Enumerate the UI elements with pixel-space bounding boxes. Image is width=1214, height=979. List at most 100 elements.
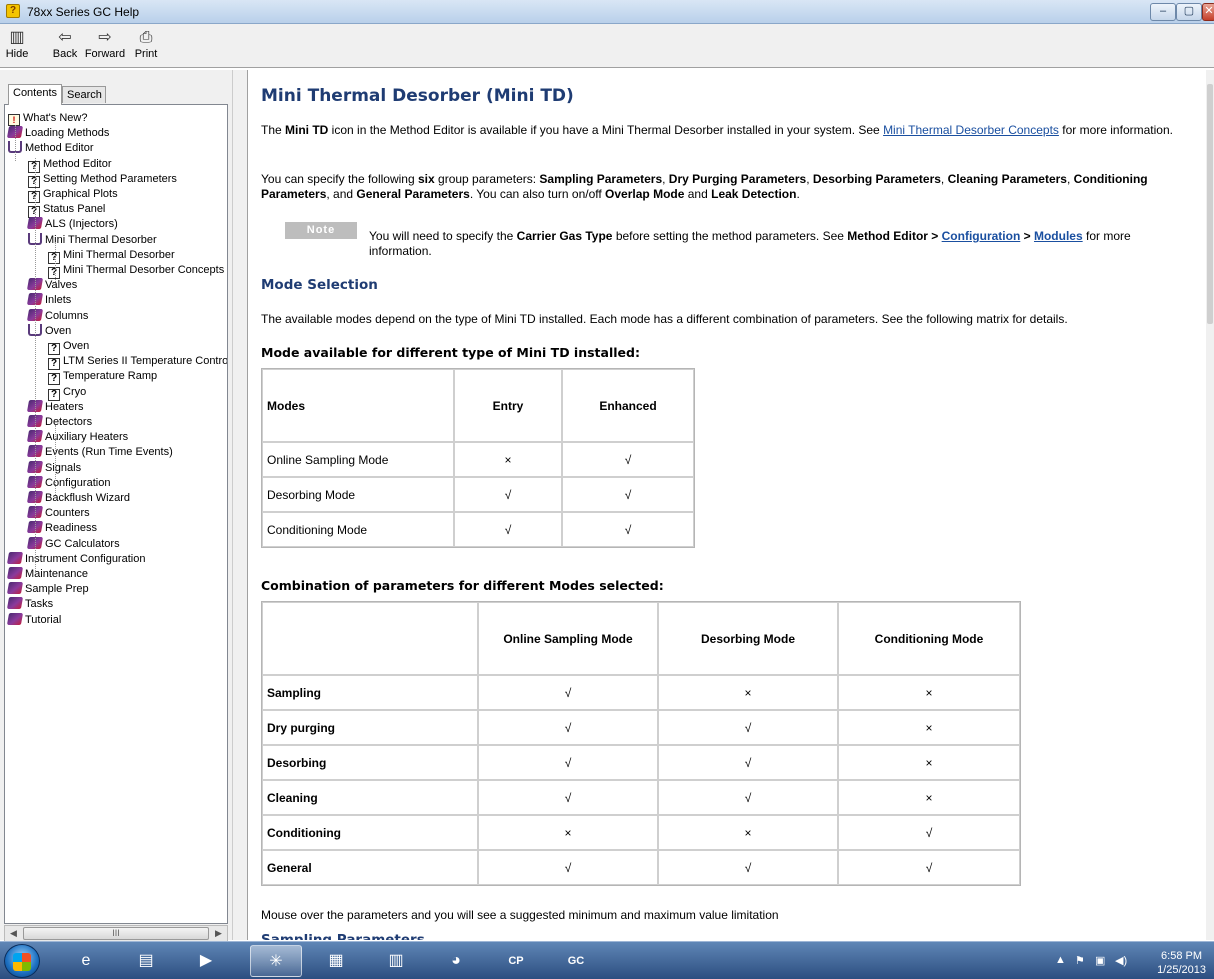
hide-button[interactable]: ▥ Hide: [4, 28, 30, 60]
tree-item-label: Readiness: [45, 522, 97, 535]
tree-item[interactable]: Events (Run Time Events): [26, 445, 173, 460]
tab-contents[interactable]: Contents: [8, 84, 62, 105]
table-cell: Online Sampling Mode: [262, 442, 454, 477]
minimize-button[interactable]: –: [1150, 3, 1176, 21]
scroll-left-icon[interactable]: ◀: [6, 927, 21, 940]
tree-item[interactable]: Auxiliary Heaters: [26, 430, 128, 445]
tree-item[interactable]: ? Oven: [48, 339, 89, 355]
tree-item[interactable]: ? Status Panel: [28, 202, 105, 219]
tree-item[interactable]: ? Mini Thermal Desorber: [48, 248, 175, 264]
tree-item[interactable]: Counters: [26, 506, 90, 521]
table-cell: Dry purging: [262, 710, 478, 745]
vertical-scrollbar[interactable]: [1206, 70, 1214, 940]
network-app-icon[interactable]: ✳: [250, 945, 302, 977]
help-page-icon: ?: [48, 343, 60, 355]
tree-item-label: Mini Thermal Desorber: [45, 233, 157, 246]
table-header: [262, 602, 478, 675]
control-panel-icon[interactable]: ▦: [310, 945, 362, 977]
tree-item[interactable]: ALS (Injectors): [26, 217, 118, 232]
forward-button[interactable]: ⇨ Forward: [82, 28, 128, 60]
tree-item[interactable]: Sample Prep: [6, 582, 89, 597]
tree-item-label: Sample Prep: [25, 583, 89, 596]
paint-icon[interactable]: ◕: [430, 945, 482, 977]
parameters-paragraph: You can specify the following six group …: [261, 172, 1148, 201]
tree-guide-line: [15, 125, 16, 161]
page-title: Mini Thermal Desorber (Mini TD): [261, 86, 574, 106]
tree-item[interactable]: Instrument Configuration: [6, 551, 145, 567]
volume-icon[interactable]: ◀): [1115, 954, 1127, 967]
tree-item-label: Signals: [45, 461, 82, 474]
tree-item[interactable]: GC Calculators: [26, 536, 120, 552]
tree-item[interactable]: ? Graphical Plots: [28, 187, 118, 203]
horizontal-scrollbar[interactable]: ◀ III ▶: [4, 925, 228, 942]
table-cell: √: [478, 675, 658, 710]
tree-item[interactable]: Columns: [26, 308, 88, 324]
tree-item[interactable]: ? Setting Method Parameters: [28, 172, 177, 188]
tree-item[interactable]: ? Method Editor: [28, 157, 111, 173]
back-button[interactable]: ⇦ Back: [50, 28, 80, 60]
print-button[interactable]: ⎙ Print: [130, 28, 162, 60]
tree-guide-line: [35, 158, 36, 573]
tree-item[interactable]: Configuration: [26, 475, 110, 491]
tree-item[interactable]: Backflush Wizard: [26, 491, 130, 506]
footer-note: Mouse over the parameters and you will s…: [261, 908, 779, 922]
tree-item[interactable]: ? Cryo: [48, 385, 86, 401]
table-cell: √: [838, 815, 1020, 850]
scroll-thumb[interactable]: III: [23, 927, 209, 940]
action-center-flag-icon[interactable]: ⚑: [1075, 954, 1085, 967]
table-cell: √: [658, 710, 838, 745]
table-header: Enhanced: [562, 369, 694, 442]
table-cell: Desorbing: [262, 745, 478, 780]
cp-app-icon[interactable]: CP: [490, 945, 542, 977]
media-player-icon[interactable]: ▶: [180, 945, 232, 977]
tree-item[interactable]: ! What's New?: [8, 111, 87, 126]
arrow-right-icon: ⇨: [98, 29, 112, 46]
tree-item[interactable]: Detectors: [26, 415, 92, 430]
tree-item[interactable]: ? LTM Series II Temperature Contro: [48, 354, 227, 371]
gc-app-icon[interactable]: GC: [550, 945, 602, 977]
toolbar: ▥ Hide ⇦ Back ⇨ Forward ⎙ Print: [0, 24, 1214, 68]
pane-splitter[interactable]: [232, 70, 248, 940]
tree-item[interactable]: Heaters: [26, 399, 84, 415]
topic-content: Mini Thermal Desorber (Mini TD) The Mini…: [248, 70, 1206, 940]
taskbar: e ▤ ▶ ✳ ▦ ▥ ◕ CP GC ▲ ⚑ ▣ ◀) 6:58 PM 1/25/2013: [0, 941, 1214, 979]
clock[interactable]: 6:58 PM 1/25/2013: [1157, 949, 1206, 977]
tree-item[interactable]: Tutorial: [6, 612, 62, 628]
contents-tree: ! What's New? Loading Methods Method Editor…: [4, 104, 228, 924]
tree-item[interactable]: ? Mini Thermal Desorber Concepts: [48, 263, 224, 279]
network-icon[interactable]: ▣: [1095, 954, 1105, 967]
vertical-scroll-thumb[interactable]: [1207, 84, 1213, 324]
modules-link[interactable]: Modules: [1034, 229, 1083, 243]
windows-logo-icon: [13, 953, 31, 971]
tree-item-label: Graphical Plots: [43, 188, 118, 200]
arrow-left-icon: ⇦: [58, 29, 72, 46]
tree-item-label: Tutorial: [25, 613, 62, 626]
tree-item[interactable]: Loading Methods: [6, 126, 109, 141]
show-hidden-icons-icon[interactable]: ▲: [1055, 954, 1066, 966]
internet-explorer-icon[interactable]: e: [60, 945, 112, 977]
maximize-button[interactable]: ▢: [1176, 3, 1202, 21]
table-cell: √: [478, 780, 658, 815]
tree-item-label: Inlets: [45, 294, 72, 307]
start-button[interactable]: [4, 944, 40, 978]
table-cell: ×: [838, 780, 1020, 815]
calculator-icon[interactable]: ▥: [370, 945, 422, 977]
close-button[interactable]: ✕: [1202, 3, 1214, 21]
concepts-link[interactable]: Mini Thermal Desorber Concepts: [883, 123, 1059, 137]
tree-item[interactable]: Method Editor: [8, 141, 93, 156]
tree-item[interactable]: Readiness: [26, 521, 97, 536]
table-row: Online Sampling Mode × √: [262, 442, 694, 477]
table-cell: √: [658, 780, 838, 815]
configuration-link[interactable]: Configuration: [942, 229, 1021, 243]
navigation-pane: Contents Search ! What's New? Loading Meth…: [0, 70, 232, 942]
tab-search[interactable]: Search: [62, 86, 106, 103]
tree-item[interactable]: Maintenance: [6, 567, 88, 582]
table-cell: √: [478, 745, 658, 780]
tree-item[interactable]: ? Temperature Ramp: [48, 369, 158, 386]
file-explorer-icon[interactable]: ▤: [120, 945, 172, 977]
tree-item[interactable]: Tasks: [6, 597, 53, 612]
scroll-right-icon[interactable]: ▶: [211, 927, 226, 940]
tree-item[interactable]: Mini Thermal Desorber: [28, 232, 157, 248]
tree-item-label: Temperature Ramp: [63, 370, 158, 383]
back-label: Back: [52, 48, 78, 60]
